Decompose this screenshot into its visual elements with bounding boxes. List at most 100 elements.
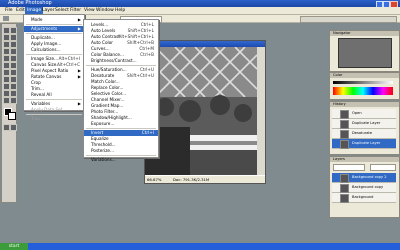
layer-thumbnail xyxy=(340,194,349,203)
menu-separator xyxy=(26,24,82,25)
shape-tool-icon[interactable] xyxy=(10,83,17,90)
history-step-icon xyxy=(340,140,349,149)
palette-well[interactable] xyxy=(300,16,397,23)
layers-panel: Layers Background copy 2 Background copy… xyxy=(329,156,400,218)
menu-item-label: Calculations... xyxy=(31,47,61,52)
path-selection-tool-icon[interactable] xyxy=(3,76,10,83)
eyedropper-tool-icon[interactable] xyxy=(10,90,17,97)
adjustments-menu-item-brightness-contrast[interactable]: Brightness/Contrast... xyxy=(84,58,158,64)
history-step-icon xyxy=(340,130,349,139)
menu-separator xyxy=(86,155,156,156)
navigator-panel-title[interactable]: Navigator xyxy=(333,31,351,35)
image-menu: Mode ▶ Adjustments ▶ Duplicate... Apply Image… xyxy=(23,14,85,121)
history-item[interactable]: Duplicate Layer xyxy=(332,139,396,149)
submenu-arrow-icon: ▶ xyxy=(77,26,81,31)
blur-tool-icon[interactable] xyxy=(3,69,10,76)
eye-icon[interactable] xyxy=(333,175,338,180)
history-brush-tool-icon[interactable] xyxy=(10,55,17,62)
background-color-swatch[interactable] xyxy=(8,112,16,120)
menu-item-label: Brightness/Contrast... xyxy=(91,58,137,63)
layers-panel-title[interactable]: Layers xyxy=(333,157,345,161)
navigator-thumbnail[interactable] xyxy=(338,38,392,68)
window-title: Adobe Photoshop xyxy=(8,0,52,6)
image-menu-item-adjustments[interactable]: Adjustments ▶ xyxy=(24,26,84,32)
dodge-tool-icon[interactable] xyxy=(10,69,17,76)
toolbox xyxy=(1,23,17,203)
history-step-icon xyxy=(340,120,349,129)
layer-row[interactable]: Background xyxy=(332,193,396,203)
menu-item-label: Variations... xyxy=(91,157,116,162)
magic-wand-tool-icon[interactable] xyxy=(10,34,17,41)
menu-separator xyxy=(26,99,82,100)
clone-stamp-tool-icon[interactable] xyxy=(3,55,10,62)
image-menu-item-reveal-all[interactable]: Reveal All xyxy=(24,92,84,98)
adjustments-menu-item-posterize[interactable]: Posterize... xyxy=(84,148,158,154)
color-ramp[interactable] xyxy=(333,81,393,84)
adjustments-menu-item-variations[interactable]: Variations... xyxy=(84,157,158,163)
layer-row[interactable]: Background copy 2 xyxy=(332,173,396,183)
menu-help[interactable]: Help xyxy=(113,7,127,14)
layer-thumbnail xyxy=(340,174,349,183)
navigator-panel: Navigator xyxy=(329,30,400,72)
slice-tool-icon[interactable] xyxy=(10,41,17,48)
healing-brush-tool-icon[interactable] xyxy=(3,48,10,55)
history-item[interactable]: Duplicate Layer xyxy=(332,119,396,129)
layer-thumbnail xyxy=(340,184,349,193)
adjustments-submenu: Levels... Ctrl+L Auto Levels Shift+Ctrl+L Au… xyxy=(83,19,159,162)
menu-separator xyxy=(26,33,82,34)
history-item[interactable]: Desaturate xyxy=(332,129,396,139)
zoom-tool-icon[interactable] xyxy=(10,97,17,104)
eraser-tool-icon[interactable] xyxy=(3,62,10,69)
gradient-tool-icon[interactable] xyxy=(10,62,17,69)
layer-row[interactable]: Background copy xyxy=(332,183,396,193)
pen-tool-icon[interactable] xyxy=(3,83,10,90)
menu-item-label: Posterize... xyxy=(91,148,114,153)
menu-filter[interactable]: Filter xyxy=(68,7,83,14)
menu-item-label: Adjustments xyxy=(31,26,58,31)
document-status-bar: 66.67% Doc: 791.3K/2.31M xyxy=(145,176,265,183)
image-menu-item-calculations[interactable]: Calculations... xyxy=(24,47,84,53)
lasso-tool-icon[interactable] xyxy=(3,34,10,41)
eye-icon[interactable] xyxy=(333,185,338,190)
color-spectrum[interactable] xyxy=(333,87,393,95)
image-menu-item-apply-data-set: Apply Data Set... xyxy=(24,107,84,113)
title-bar: Adobe Photoshop xyxy=(0,0,400,8)
menu-item-label: Reveal All xyxy=(31,92,52,97)
tool-preset-icon[interactable] xyxy=(3,16,9,21)
start-button[interactable]: start xyxy=(0,243,28,250)
menu-file[interactable]: File xyxy=(3,7,15,14)
menu-separator xyxy=(26,114,82,115)
crop-tool-icon[interactable] xyxy=(3,41,10,48)
menu-item-label: Mode xyxy=(31,17,43,22)
marquee-tool-icon[interactable] xyxy=(10,27,17,34)
opacity-field[interactable] xyxy=(370,164,396,171)
menu-item-label: Trap... xyxy=(31,116,44,121)
image-menu-item-mode[interactable]: Mode ▶ xyxy=(24,17,84,23)
menu-separator xyxy=(86,128,156,129)
history-panel-title[interactable]: History xyxy=(333,102,346,106)
screen-mode-icon[interactable] xyxy=(10,124,17,131)
vertical-scrollbar[interactable] xyxy=(257,47,265,175)
type-tool-icon[interactable] xyxy=(10,76,17,83)
color-panel: Color xyxy=(329,72,400,100)
brush-tool-icon[interactable] xyxy=(10,48,17,55)
menu-separator xyxy=(26,54,82,55)
submenu-arrow-icon: ▶ xyxy=(77,17,81,22)
menu-item-label: Exposure... xyxy=(91,121,115,126)
color-panel-title[interactable]: Color xyxy=(333,73,342,77)
document-image[interactable] xyxy=(145,47,257,175)
zoom-level[interactable]: 66.67% xyxy=(147,176,161,183)
quick-mask-icon[interactable] xyxy=(3,124,10,131)
history-item[interactable]: Open xyxy=(332,109,396,119)
photo-image xyxy=(145,47,257,175)
blend-mode-select[interactable] xyxy=(333,164,365,171)
eye-icon[interactable] xyxy=(333,195,338,200)
doc-info: Doc: 791.3K/2.31M xyxy=(173,177,210,182)
history-panel: History Open Duplicate Layer Desaturate … xyxy=(329,101,400,155)
adjustments-menu-item-exposure[interactable]: Exposure... xyxy=(84,121,158,127)
document-window: 66.67% Doc: 791.3K/2.31M xyxy=(144,40,266,184)
hand-tool-icon[interactable] xyxy=(3,97,10,104)
move-tool-icon[interactable] xyxy=(3,27,10,34)
notes-tool-icon[interactable] xyxy=(3,90,10,97)
taskbar: start xyxy=(0,243,400,250)
